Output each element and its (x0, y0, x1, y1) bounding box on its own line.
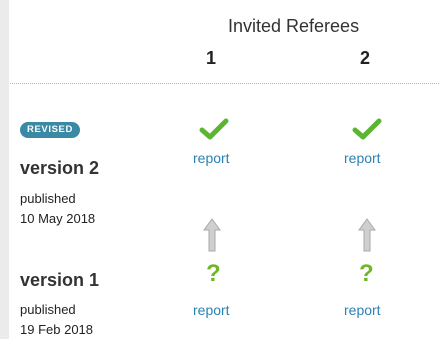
version-1-published-date: 19 Feb 2018 (20, 322, 94, 337)
revised-badge: REVISED (20, 122, 80, 138)
version-2-referee-1-report-link[interactable]: report (193, 150, 230, 166)
version-2-published-date: 10 May 2018 (20, 211, 96, 226)
version-2-published-label: published (20, 191, 76, 206)
check-icon (352, 118, 382, 140)
up-arrow-icon (358, 218, 376, 252)
referee-1-column-header: 1 (206, 48, 217, 68)
version-1-referee-2-report-link[interactable]: report (344, 302, 381, 318)
referee-2-column-header: 2 (360, 48, 371, 68)
version-1-published-label: published (20, 302, 76, 317)
version-2-title: version 2 (20, 158, 100, 178)
up-arrow-icon (203, 218, 221, 252)
header-divider (10, 83, 439, 84)
version-1-title: version 1 (20, 270, 100, 290)
question-mark-icon: ? (359, 260, 374, 287)
invited-referees-heading: Invited Referees (228, 16, 360, 36)
version-2-referee-2-report-link[interactable]: report (344, 150, 381, 166)
question-mark-icon: ? (206, 260, 221, 287)
left-side-rule (0, 0, 9, 339)
version-1-referee-1-report-link[interactable]: report (193, 302, 230, 318)
check-icon (199, 118, 229, 140)
